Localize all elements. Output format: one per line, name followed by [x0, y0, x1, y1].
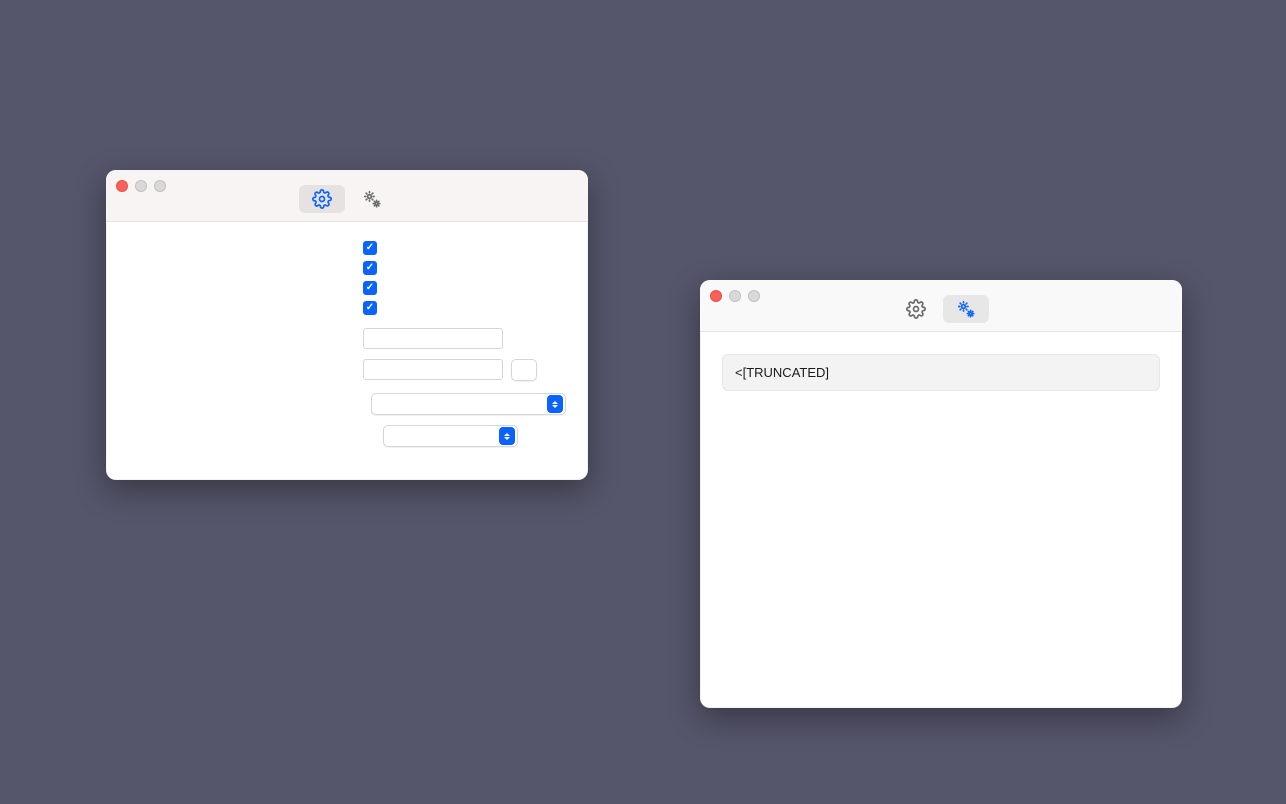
label-upload-exists	[128, 403, 371, 405]
close-icon[interactable]	[710, 290, 722, 302]
checkbox-ftp[interactable]	[363, 281, 377, 295]
window-controls	[116, 180, 166, 192]
remove-items-popup[interactable]	[383, 425, 518, 447]
username-field[interactable]	[363, 328, 503, 349]
gears-icon	[956, 299, 976, 319]
upload-exists-popup[interactable]	[371, 393, 566, 415]
advanced-content: <[TRUNCATED]	[700, 332, 1182, 417]
group-http: <[TRUNCATED]	[722, 354, 1160, 391]
prefs-window-advanced: <[TRUNCATED]	[700, 280, 1182, 708]
checkbox-http[interactable]	[363, 261, 377, 275]
tab-advanced[interactable]	[349, 185, 395, 213]
label-remove-items	[128, 435, 383, 437]
gear-icon	[906, 299, 926, 319]
zoom-icon[interactable]	[154, 180, 166, 192]
tab-advanced[interactable]	[943, 295, 989, 323]
zoom-icon[interactable]	[748, 290, 760, 302]
titlebar	[106, 170, 588, 222]
minimize-icon[interactable]	[135, 180, 147, 192]
chevron-updown-icon	[547, 395, 563, 413]
label-password	[128, 369, 363, 371]
prefs-window-general	[106, 170, 588, 480]
prefs-tabs	[299, 185, 395, 213]
label-username	[128, 338, 363, 340]
window-controls	[710, 290, 760, 302]
gears-icon	[362, 189, 382, 209]
chevron-updown-icon	[499, 427, 515, 445]
tab-general[interactable]	[893, 295, 939, 323]
password-field[interactable]	[363, 359, 503, 380]
checkbox-sftp[interactable]	[363, 301, 377, 315]
gear-icon	[312, 189, 332, 209]
titlebar	[700, 280, 1182, 332]
general-content	[106, 222, 588, 473]
tab-general[interactable]	[299, 185, 345, 213]
label-protocol	[128, 238, 363, 240]
minimize-icon[interactable]	[729, 290, 741, 302]
prefs-tabs	[893, 295, 989, 323]
checkbox-tftp[interactable]	[363, 241, 377, 255]
show-password-button[interactable]	[511, 359, 537, 381]
close-icon[interactable]	[116, 180, 128, 192]
